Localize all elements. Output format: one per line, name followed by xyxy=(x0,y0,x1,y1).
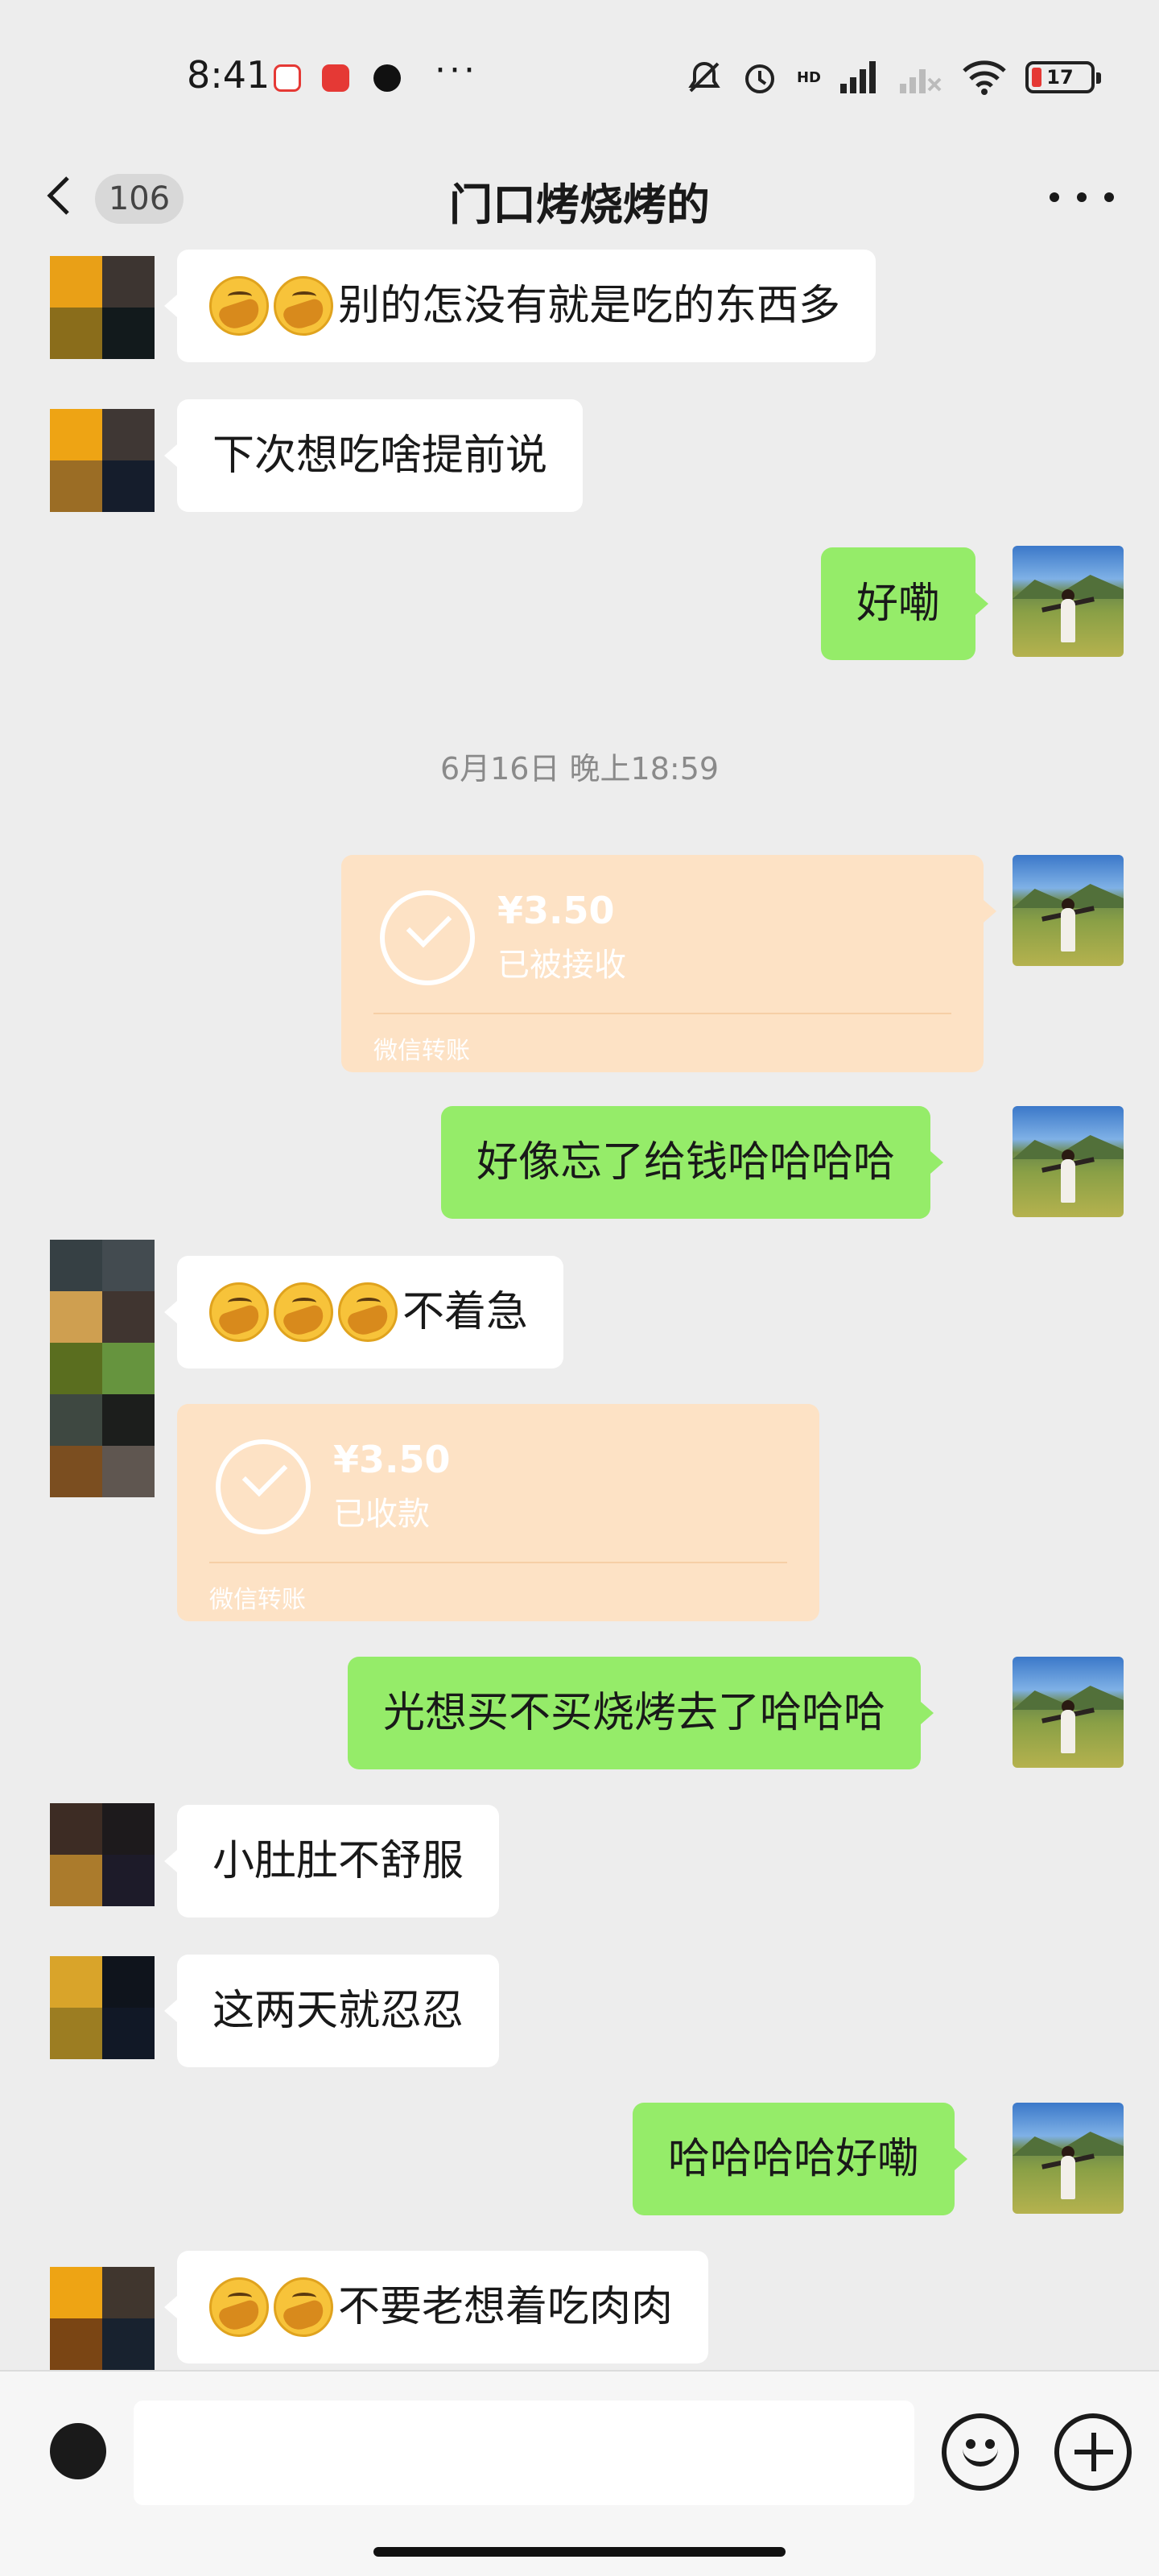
transfer-amount: ¥3.50 xyxy=(497,889,615,932)
my-avatar[interactable] xyxy=(1013,1106,1124,1217)
hd-label: HD xyxy=(796,68,821,86)
signal-weak-icon xyxy=(900,69,942,93)
message-text: 不着急 xyxy=(402,1288,529,1336)
incoming-message[interactable]: 不要老想着吃肉肉 xyxy=(163,2251,709,2363)
facepalm-cry-emoji-icon xyxy=(209,276,269,336)
status-time: 8:41 xyxy=(187,53,270,97)
xiaohongshu-app-icon xyxy=(322,64,349,92)
smile-icon xyxy=(963,2446,998,2467)
facepalm-cry-emoji-icon xyxy=(209,2277,269,2337)
my-avatar[interactable] xyxy=(1013,1657,1124,1768)
incoming-message[interactable]: 下次想吃啥提前说 xyxy=(163,399,584,512)
message-text: 这两天就忍忍 xyxy=(212,1987,464,2035)
outgoing-message[interactable]: 好嘞 xyxy=(821,547,989,660)
dot-icon xyxy=(1104,192,1114,202)
message-timestamp: 6月16日 晚上18:59 xyxy=(439,751,720,786)
more-options-button[interactable] xyxy=(1050,177,1114,217)
facepalm-cry-emoji-icon xyxy=(274,2277,333,2337)
facepalm-cry-emoji-icon xyxy=(274,1282,333,1342)
message-text: 光想买不买烧烤去了哈哈哈 xyxy=(383,1689,886,1737)
system-icons: HD 17 xyxy=(686,58,1101,97)
my-avatar[interactable] xyxy=(1013,546,1124,657)
incoming-message[interactable]: 不着急 xyxy=(163,1256,564,1368)
more-notifications-icon: ··· xyxy=(435,50,478,91)
input-bar xyxy=(0,2370,1159,2576)
contact-avatar[interactable] xyxy=(50,409,155,512)
contact-avatar[interactable] xyxy=(50,1956,155,2059)
wifi-icon xyxy=(963,60,1006,95)
message-text: 不要老想着吃肉肉 xyxy=(338,2283,674,2331)
transfer-status: 已被接收 xyxy=(497,947,626,984)
outgoing-message[interactable]: 好像忘了给钱哈哈哈哈 xyxy=(441,1106,944,1219)
dot-icon xyxy=(1050,192,1059,202)
chat-header: 106 门口烤烧烤的 xyxy=(0,145,1159,250)
contact-avatar[interactable] xyxy=(50,256,155,359)
contact-avatar[interactable] xyxy=(50,1240,155,1497)
incoming-message[interactable]: 小肚肚不舒服 xyxy=(163,1805,500,1918)
facepalm-cry-emoji-icon xyxy=(338,1282,398,1342)
redbook-app-icon xyxy=(274,64,301,92)
mute-bell-icon xyxy=(688,61,720,93)
transfer-card-sent[interactable]: ¥3.50 已被接收 微信转账 xyxy=(341,855,996,1072)
voice-input-icon[interactable] xyxy=(50,2423,106,2479)
message-text: 好像忘了给钱哈哈哈哈 xyxy=(476,1138,896,1187)
transfer-label: 微信转账 xyxy=(373,1037,470,1065)
dot-icon xyxy=(1077,192,1087,202)
home-indicator[interactable] xyxy=(373,2547,786,2557)
transfer-label: 微信转账 xyxy=(209,1586,306,1614)
battery-level: 17 xyxy=(1046,66,1074,89)
alarm-icon xyxy=(744,64,774,93)
incoming-message[interactable]: 这两天就忍忍 xyxy=(163,1955,500,2067)
status-bar: 8:41 ··· HD 17 xyxy=(0,0,1159,145)
message-text: 小肚肚不舒服 xyxy=(212,1837,464,1885)
transfer-status: 已收款 xyxy=(333,1496,430,1533)
contact-avatar[interactable] xyxy=(50,1803,155,1906)
chat-title: 门口烤烧烤的 xyxy=(449,180,710,230)
transfer-card-received[interactable]: ¥3.50 已收款 微信转账 xyxy=(177,1404,819,1621)
check-circle-icon xyxy=(216,1439,311,1534)
message-text: 别的怎没有就是吃的东西多 xyxy=(338,282,841,330)
message-text: 哈哈哈哈好嘞 xyxy=(668,2135,920,2183)
more-functions-button[interactable] xyxy=(1054,2413,1132,2491)
transfer-divider xyxy=(373,1013,951,1014)
facepalm-cry-emoji-icon xyxy=(209,1282,269,1342)
outgoing-message[interactable]: 光想买不买烧烤去了哈哈哈 xyxy=(348,1657,934,1769)
message-text: 好嘞 xyxy=(856,580,941,628)
my-avatar[interactable] xyxy=(1013,2103,1124,2214)
message-text: 下次想吃啥提前说 xyxy=(212,431,548,480)
facepalm-cry-emoji-icon xyxy=(274,276,333,336)
transfer-amount: ¥3.50 xyxy=(333,1438,451,1481)
battery-icon: 17 xyxy=(1025,61,1101,93)
my-avatar[interactable] xyxy=(1013,855,1124,966)
incoming-message[interactable]: 别的怎没有就是吃的东西多 xyxy=(163,250,876,362)
signal-strength-icon xyxy=(840,61,876,93)
settings-app-icon xyxy=(373,64,401,92)
check-circle-icon xyxy=(380,890,475,985)
message-input[interactable] xyxy=(134,2401,914,2505)
outgoing-message[interactable]: 哈哈哈哈好嘞 xyxy=(633,2103,968,2215)
emoji-button[interactable] xyxy=(942,2413,1019,2491)
contact-avatar[interactable] xyxy=(50,2267,155,2370)
transfer-divider xyxy=(209,1562,787,1563)
